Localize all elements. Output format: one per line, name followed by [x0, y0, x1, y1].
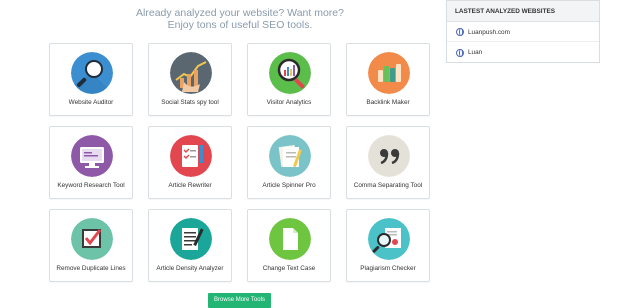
page-icon	[269, 218, 311, 260]
site-label: Luan	[468, 49, 483, 56]
tool-card-backlink-maker[interactable]: Backlink Maker	[346, 43, 430, 116]
tool-card-comma-separating[interactable]: Comma Separating Tool	[346, 126, 430, 199]
tool-label: Visitor Analytics	[266, 99, 312, 106]
globe-icon	[456, 28, 464, 36]
growth-chart-hand-icon	[170, 52, 212, 94]
tool-label: Article Rewriter	[168, 182, 212, 189]
tool-card-change-text-case[interactable]: Change Text Case	[247, 209, 331, 282]
panel-title: LASTEST ANALYZED WEBSITES	[447, 1, 599, 22]
tool-card-remove-duplicate[interactable]: Remove Duplicate Lines	[49, 209, 133, 282]
tool-label: Backlink Maker	[366, 99, 410, 106]
site-label: Luanpush.com	[468, 28, 510, 36]
site-link-luan[interactable]: Luan	[447, 42, 599, 62]
tool-card-article-rewriter[interactable]: Article Rewriter	[148, 126, 232, 199]
tool-card-visitor-analytics[interactable]: Visitor Analytics	[247, 43, 331, 116]
tool-label: Website Auditor	[68, 99, 114, 106]
tool-card-plagiarism-checker[interactable]: Plagiarism Checker	[346, 209, 430, 282]
monitor-icon	[71, 135, 113, 177]
tool-label: Plagiarism Checker	[360, 265, 416, 272]
tool-label: Article Spinner Pro	[262, 182, 316, 189]
tool-card-social-stats[interactable]: Social Stats spy tool	[148, 43, 232, 116]
globe-icon	[456, 48, 464, 57]
site-link-luanpush[interactable]: Luanpush.com	[447, 22, 599, 42]
browse-more-tools-button[interactable]: Browse More Tools	[208, 293, 271, 308]
checkbox-icon	[71, 218, 113, 260]
papers-pencil-icon	[269, 135, 311, 177]
tool-label: Remove Duplicate Lines	[56, 265, 126, 272]
magnifier-report-icon	[368, 218, 410, 260]
tool-label: Social Stats spy tool	[161, 99, 219, 106]
checklist-icon	[170, 135, 212, 177]
tool-card-article-spinner[interactable]: Article Spinner Pro	[247, 126, 331, 199]
bar-stack-icon	[368, 52, 410, 94]
magnifier-icon	[71, 52, 113, 94]
headline-line-1: Already analyzed your website? Want more…	[136, 7, 344, 19]
quote-icon	[368, 135, 410, 177]
tool-label: Change Text Case	[262, 265, 316, 272]
tool-label: Comma Separating Tool	[353, 182, 423, 189]
tool-card-article-density[interactable]: Article Density Analyzer	[148, 209, 232, 282]
tool-label: Article Density Analyzer	[156, 265, 224, 272]
latest-analyzed-panel: LASTEST ANALYZED WEBSITES Luanpush.com L…	[446, 0, 600, 63]
headline-line-2: Enjoy tons of useful SEO tools.	[167, 19, 313, 31]
tool-card-keyword-research[interactable]: Keyword Research Tool	[49, 126, 133, 199]
headline: Already analyzed your website? Want more…	[40, 7, 440, 31]
tool-label: Keyword Research Tool	[57, 182, 125, 189]
tool-card-website-auditor[interactable]: Website Auditor	[49, 43, 133, 116]
document-pen-icon	[170, 218, 212, 260]
magnifier-chart-icon	[269, 52, 311, 94]
